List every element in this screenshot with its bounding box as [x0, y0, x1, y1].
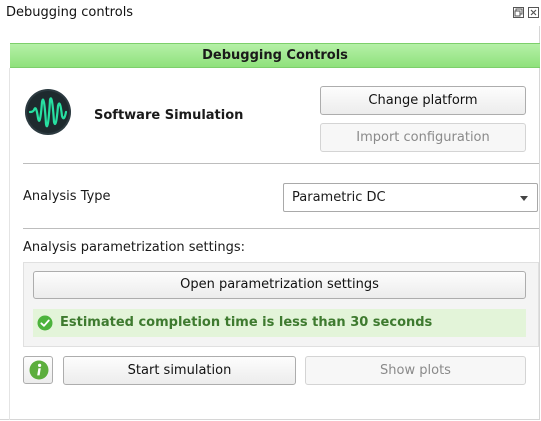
dock-title-buttons	[512, 6, 540, 19]
start-simulation-button[interactable]: Start simulation	[63, 356, 296, 385]
waveform-icon	[24, 88, 72, 136]
analysis-type-select[interactable]: Parametric DC	[283, 183, 538, 212]
dock-title: Debugging controls	[6, 5, 134, 20]
divider	[23, 163, 539, 164]
status-text: Estimated completion time is less than 3…	[60, 315, 433, 330]
frame-border	[9, 68, 10, 420]
info-icon	[29, 360, 49, 380]
platform-name: Software Simulation	[94, 108, 244, 123]
import-configuration-button[interactable]: Import configuration	[320, 123, 526, 152]
float-window-icon[interactable]	[512, 6, 525, 19]
info-button[interactable]	[23, 356, 53, 384]
divider	[23, 228, 539, 229]
dock-title-bar[interactable]: Debugging controls	[0, 0, 540, 26]
analysis-type-value: Parametric DC	[292, 190, 386, 205]
close-icon[interactable]	[527, 6, 540, 19]
section-header: Debugging Controls	[10, 43, 540, 68]
debugging-controls-panel: Debugging controls Debugging Controls So…	[0, 0, 540, 420]
chevron-down-icon	[520, 196, 528, 201]
parametrization-label: Analysis parametrization settings:	[23, 240, 245, 255]
analysis-type-label: Analysis Type	[23, 189, 111, 204]
status-banner: Estimated completion time is less than 3…	[33, 309, 526, 337]
check-circle-icon	[37, 315, 53, 331]
change-platform-button[interactable]: Change platform	[320, 86, 526, 115]
open-parametrization-button[interactable]: Open parametrization settings	[33, 271, 526, 299]
show-plots-button[interactable]: Show plots	[305, 356, 526, 385]
